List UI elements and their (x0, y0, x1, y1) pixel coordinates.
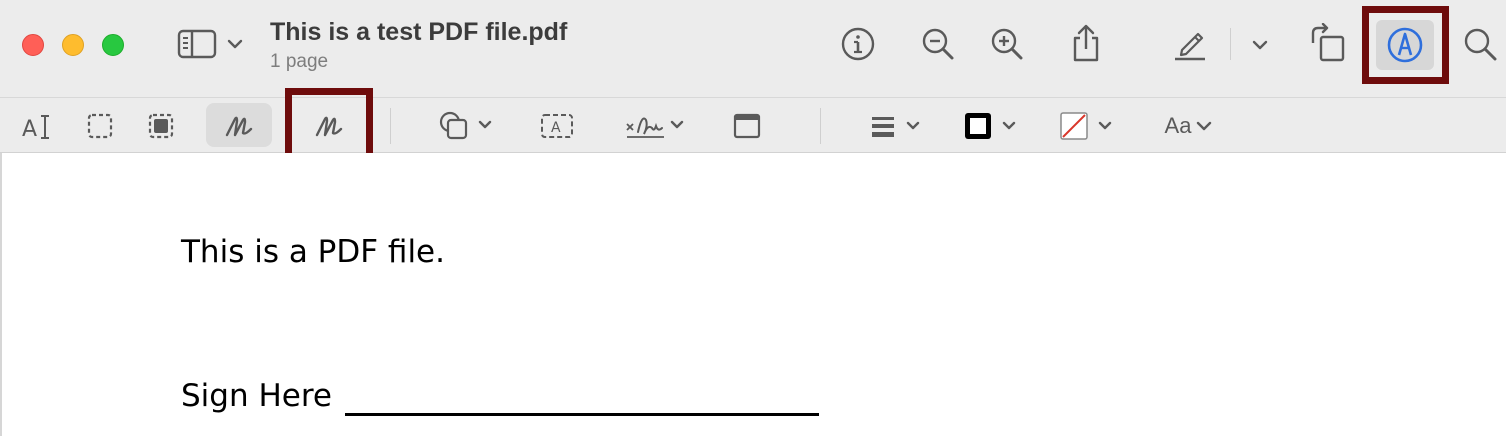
info-icon[interactable] (840, 26, 876, 62)
zoom-in-icon[interactable] (989, 26, 1025, 62)
rotate-icon[interactable] (1308, 22, 1348, 64)
fill-color-icon[interactable] (1058, 110, 1118, 142)
markup-separator (390, 108, 391, 144)
shape-style-icon[interactable] (870, 112, 924, 140)
callout-highlight-markup (1362, 6, 1449, 84)
pdf-text-line: This is a PDF file. (181, 234, 445, 270)
search-icon[interactable] (1462, 26, 1498, 62)
share-icon[interactable] (1068, 22, 1104, 64)
document-title: This is a test PDF file.pdf (270, 18, 568, 46)
highlight-pen-icon[interactable] (1171, 24, 1209, 62)
shapes-icon[interactable] (438, 110, 494, 142)
svg-text:A: A (551, 120, 561, 136)
minimize-window-button[interactable] (62, 34, 84, 56)
chevron-down-icon[interactable] (226, 36, 244, 52)
sign-here-label: Sign Here (181, 378, 332, 414)
signature-line[interactable] (345, 413, 819, 416)
sidebar-icon[interactable] (176, 28, 218, 60)
zoom-out-icon[interactable] (920, 26, 956, 62)
text-box-icon[interactable]: A (540, 112, 574, 140)
svg-text:A: A (22, 117, 37, 142)
text-style-label: Aa (1164, 113, 1192, 138)
instant-alpha-icon[interactable] (147, 112, 175, 140)
rectangular-selection-icon[interactable] (86, 112, 114, 140)
note-icon[interactable] (732, 112, 762, 140)
toolbar-separator (1230, 28, 1231, 60)
text-selection-icon[interactable]: A (20, 112, 54, 142)
markup-separator (820, 108, 821, 144)
page-edge (0, 153, 2, 436)
border-color-icon[interactable] (962, 110, 1022, 142)
zoom-window-button[interactable] (102, 34, 124, 56)
highlight-options-chevron-icon[interactable] (1251, 38, 1269, 52)
sketch-icon[interactable] (222, 110, 256, 142)
page-count: 1 page (270, 51, 329, 72)
text-style-icon[interactable]: Aa (1158, 110, 1220, 142)
close-window-button[interactable] (22, 34, 44, 56)
signature-icon[interactable] (624, 110, 686, 142)
